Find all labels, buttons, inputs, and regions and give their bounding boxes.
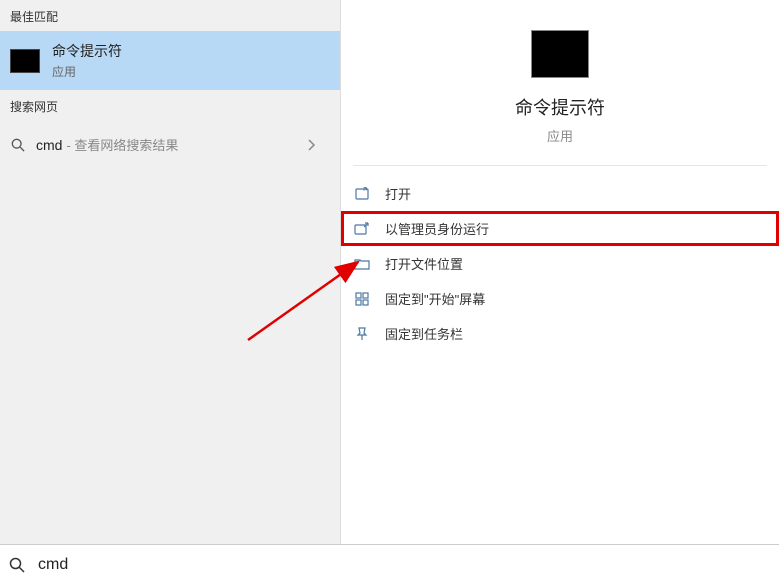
search-bar[interactable] [0, 544, 779, 584]
preview-title: 命令提示符 [353, 94, 767, 120]
action-label: 打开 [385, 184, 411, 203]
web-query-text: cmd [36, 137, 62, 153]
cmd-icon-large [531, 30, 589, 78]
result-subtitle: 应用 [52, 63, 122, 80]
cmd-icon [10, 49, 40, 73]
result-title: 命令提示符 [52, 41, 122, 61]
best-match-header: 最佳匹配 [0, 0, 340, 31]
search-icon [10, 137, 26, 153]
search-icon [8, 556, 26, 574]
folder-icon [353, 255, 371, 273]
web-search-result[interactable]: cmd - 查看网络搜索结果 [0, 121, 340, 168]
action-label: 以管理员身份运行 [385, 219, 489, 238]
web-search-header: 搜索网页 [0, 90, 340, 121]
open-icon [353, 185, 371, 203]
chevron-right-icon [308, 139, 316, 151]
pin-taskbar-icon [353, 325, 371, 343]
actions-list: 打开 以管理员身份运行 打开文件位置 固定到"开始"屏幕 [341, 166, 779, 351]
web-suffix-text: - 查看网络搜索结果 [66, 135, 178, 154]
action-pin-taskbar[interactable]: 固定到任务栏 [341, 316, 779, 351]
best-match-result[interactable]: 命令提示符 应用 [0, 31, 340, 90]
action-label: 固定到任务栏 [385, 324, 463, 343]
admin-icon [353, 220, 371, 238]
preview-subtitle: 应用 [353, 126, 767, 145]
preview-panel: 命令提示符 应用 打开 以管理员身份运行 打开文件位置 [341, 0, 779, 544]
pin-start-icon [353, 290, 371, 308]
action-run-as-admin[interactable]: 以管理员身份运行 [341, 211, 779, 246]
search-input[interactable] [38, 556, 771, 574]
results-panel: 最佳匹配 命令提示符 应用 搜索网页 cmd - 查看网络搜索结果 [0, 0, 341, 544]
action-open[interactable]: 打开 [341, 176, 779, 211]
action-label: 打开文件位置 [385, 254, 463, 273]
action-pin-start[interactable]: 固定到"开始"屏幕 [341, 281, 779, 316]
action-label: 固定到"开始"屏幕 [385, 289, 485, 308]
action-open-location[interactable]: 打开文件位置 [341, 246, 779, 281]
